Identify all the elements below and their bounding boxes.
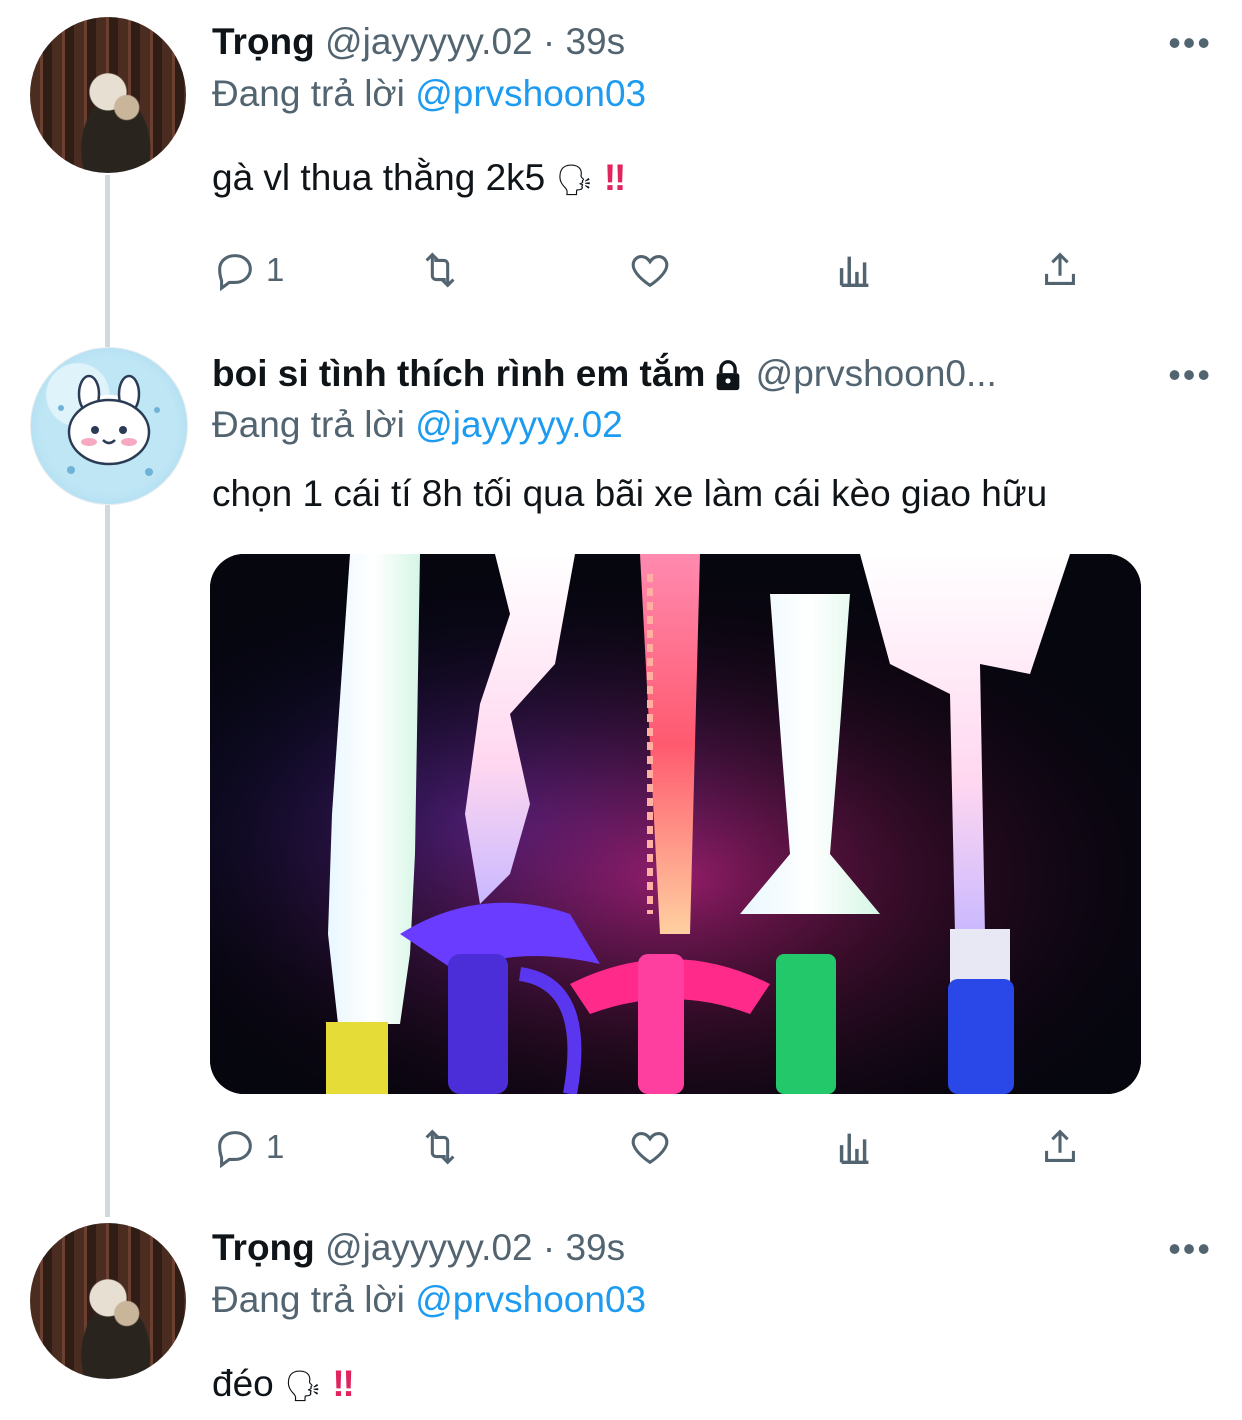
retweet-icon — [425, 1129, 455, 1165]
tweet-text-content: gà vl thua thằng 2k5 — [212, 157, 546, 198]
tweet-media-image[interactable] — [210, 554, 1141, 1094]
avatar[interactable] — [30, 17, 186, 173]
user-handle[interactable]: @jayyyyy.02 — [325, 21, 533, 62]
led-swords-illustration — [210, 554, 1141, 1094]
views-button[interactable] — [832, 1122, 878, 1172]
tweet-header: Trọng @jayyyyy.02 · 39s — [212, 1226, 625, 1270]
avatar[interactable] — [30, 1223, 186, 1379]
double-exclamation-emoji: ‼ — [603, 157, 627, 198]
tweet-text: đéo 🗣 ‼ — [212, 1362, 355, 1409]
tweet-text: gà vl thua thằng 2k5 🗣 ‼ — [212, 156, 626, 203]
user-handle[interactable]: @jayyyyy.02 — [325, 1227, 533, 1268]
like-icon — [631, 255, 669, 288]
tweet-header: Trọng @jayyyyy.02 · 39s — [212, 20, 625, 64]
reply-count: 1 — [266, 251, 285, 288]
reply-count: 1 — [266, 1128, 285, 1165]
separator: · — [542, 1227, 556, 1268]
reply-mention[interactable]: @prvshoon03 — [415, 1279, 646, 1320]
replying-to: Đang trả lời @prvshoon03 — [212, 1278, 646, 1322]
double-exclamation-emoji: ‼ — [332, 1363, 355, 1404]
like-button[interactable] — [627, 245, 673, 295]
reply-button[interactable]: 1 — [212, 1122, 284, 1172]
reply-button[interactable]: 1 — [212, 245, 284, 295]
share-icon — [1045, 1129, 1075, 1162]
replying-to: Đang trả lời @jayyyyy.02 — [212, 403, 623, 447]
views-icon — [839, 1133, 869, 1165]
reply-icon — [218, 1131, 252, 1169]
separator: · — [542, 21, 556, 62]
tweet-text-content: đéo — [212, 1363, 274, 1404]
display-name[interactable]: Trọng — [212, 1227, 315, 1268]
speaking-head-emoji: 🗣 — [555, 164, 594, 197]
tweet-header: boi si tình thích rình em tắm @prvshoon0… — [212, 352, 997, 396]
more-icon[interactable]: ••• — [1168, 1231, 1212, 1267]
tweet[interactable]: Trọng @jayyyyy.02 · 39s ••• Đang trả lời… — [0, 0, 1242, 330]
reply-prefix: Đang trả lời — [212, 1279, 405, 1320]
avatar[interactable] — [30, 347, 188, 505]
share-button[interactable] — [1037, 1122, 1083, 1172]
retweet-button[interactable] — [417, 1122, 463, 1172]
more-icon[interactable]: ••• — [1168, 357, 1212, 393]
share-icon — [1045, 252, 1075, 285]
tweet[interactable]: boi si tình thích rình em tắm @prvshoon0… — [0, 330, 1242, 1200]
tweet-actions: 1 — [212, 1122, 1112, 1172]
timestamp[interactable]: 39s — [565, 21, 625, 62]
timestamp[interactable]: 39s — [565, 1227, 625, 1268]
reply-prefix: Đang trả lời — [212, 73, 405, 114]
reply-icon — [218, 254, 252, 292]
user-handle[interactable]: @prvshoon0... — [756, 353, 997, 394]
more-icon[interactable]: ••• — [1168, 25, 1212, 61]
speaking-head-emoji: 🗣 — [284, 1370, 323, 1403]
tweet-text: chọn 1 cái tí 8h tối qua bãi xe làm cái … — [212, 473, 1048, 514]
display-name[interactable]: boi si tình thích rình em tắm — [212, 353, 705, 394]
replying-to: Đang trả lời @prvshoon03 — [212, 72, 646, 116]
tweet[interactable]: Trọng @jayyyyy.02 · 39s ••• Đang trả lời… — [0, 1206, 1242, 1420]
retweet-icon — [425, 252, 455, 288]
views-button[interactable] — [832, 245, 878, 295]
lock-icon — [717, 360, 740, 391]
bunny-illustration — [58, 374, 160, 476]
reply-prefix: Đang trả lời — [212, 404, 405, 445]
display-name[interactable]: Trọng — [212, 21, 315, 62]
share-button[interactable] — [1037, 245, 1083, 295]
tweet-actions: 1 — [212, 245, 1112, 295]
views-icon — [839, 256, 869, 288]
reply-mention[interactable]: @jayyyyy.02 — [415, 404, 623, 445]
retweet-button[interactable] — [417, 245, 463, 295]
like-icon — [631, 1132, 669, 1165]
reply-mention[interactable]: @prvshoon03 — [415, 73, 646, 114]
like-button[interactable] — [627, 1122, 673, 1172]
